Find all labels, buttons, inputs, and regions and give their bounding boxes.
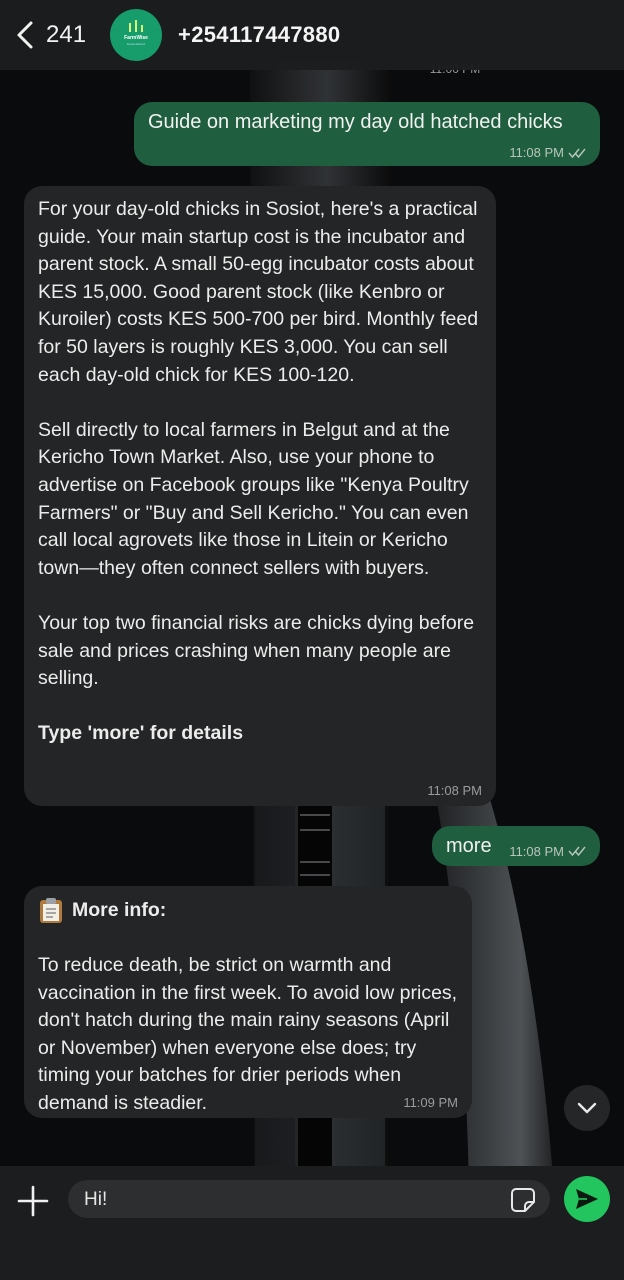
message-text: more (446, 834, 492, 857)
contact-avatar[interactable]: FarmWise Smart Advisor (110, 9, 163, 61)
double-check-icon (568, 148, 586, 158)
contact-name[interactable]: +254117447880 (178, 22, 340, 48)
back-button[interactable]: 241 (16, 10, 86, 60)
message-paragraph: To reduce death, be strict on warmth and… (38, 954, 458, 1114)
scroll-to-bottom-button[interactable] (564, 1085, 610, 1131)
chevron-down-icon (577, 1102, 597, 1114)
message-footer: Type 'more' for details (38, 722, 244, 745)
avatar-logo-subtext: Smart Advisor (126, 42, 146, 46)
message-meta: 11:08 PM (509, 145, 586, 160)
message-paragraph: Your top two financial risks are chicks … (38, 611, 475, 690)
message-input-container (68, 1180, 550, 1220)
message-composer (0, 1166, 624, 1280)
chevron-left-icon (17, 21, 33, 49)
message-time: 11:08 PM (509, 843, 564, 859)
message-time: 11:08 PM (427, 783, 482, 798)
avatar-logo-text: FarmWise (124, 35, 148, 41)
message-paragraph: Sell directly to local farmers in Belgut… (38, 418, 469, 579)
plus-icon (17, 1185, 49, 1217)
chat-header: 241 FarmWise Smart Advisor +254117447880 (0, 0, 624, 70)
incoming-message[interactable]: More info: To reduce death, be strict on… (24, 886, 472, 1118)
message-paragraph: For your day-old chicks in Sosiot, here'… (38, 198, 479, 386)
sticker-button[interactable] (510, 1187, 536, 1213)
clipboard-icon (40, 898, 62, 923)
message-title: More info: (38, 896, 458, 924)
message-title-text: More info: (72, 899, 167, 921)
unread-count: 241 (46, 21, 87, 48)
avatar-logo-icon (129, 20, 144, 32)
send-button[interactable] (564, 1176, 610, 1222)
incoming-message[interactable]: For your day-old chicks in Sosiot, here'… (24, 186, 496, 806)
outgoing-message[interactable]: more 11:08 PM (432, 826, 600, 866)
message-text: Guide on marketing my day old hatched ch… (148, 111, 563, 133)
outgoing-message[interactable]: Guide on marketing my day old hatched ch… (134, 102, 600, 166)
sticker-icon (511, 1188, 535, 1212)
message-input[interactable] (82, 1180, 506, 1220)
message-meta: 11:08 PM (509, 844, 586, 859)
message-time: 11:08 PM (509, 145, 564, 160)
attach-button[interactable] (16, 1184, 50, 1218)
message-meta: 11:09 PM (403, 1094, 458, 1112)
message-time: 11:09 PM (403, 1095, 458, 1110)
message-meta: 11:08 PM (427, 782, 482, 800)
double-check-icon (568, 846, 586, 857)
send-icon (576, 1189, 598, 1209)
